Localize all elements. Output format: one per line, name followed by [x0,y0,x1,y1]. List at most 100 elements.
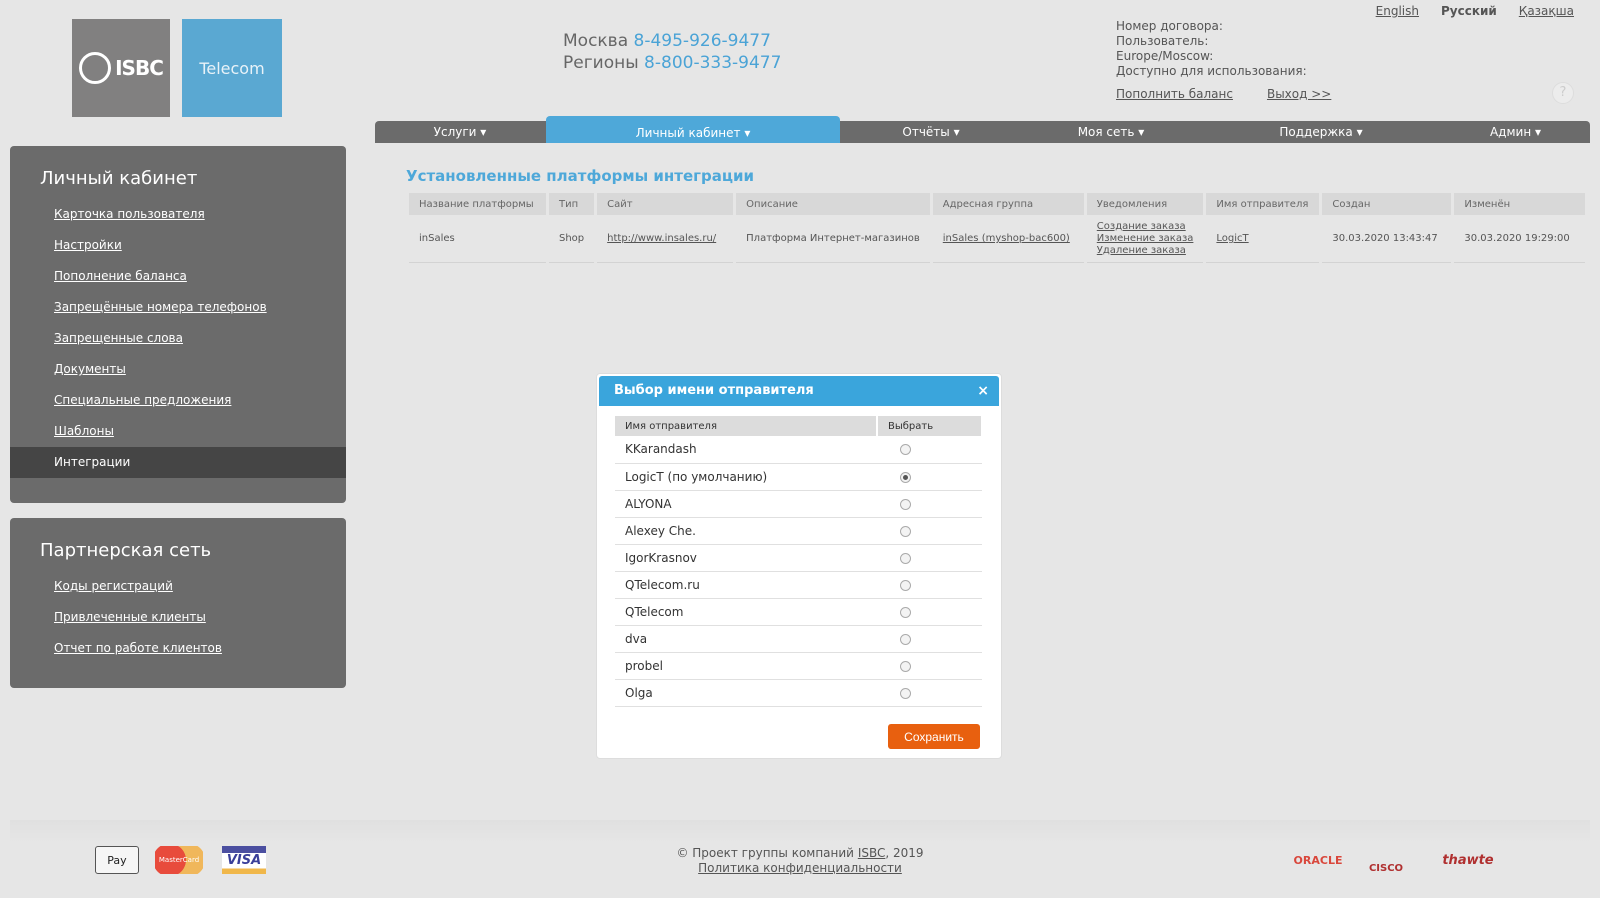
sender-radio[interactable] [900,687,911,699]
sidebar-title: Партнерская сеть [40,540,212,561]
sidebar-partners: Партнерская сеть Коды регистраций Привле… [10,518,346,688]
regions-label: Регионы [563,53,639,73]
sidebar-title: Личный кабинет [40,168,198,189]
sender-radio[interactable] [900,660,911,672]
lang-russian: Русский [1440,4,1497,18]
sidebar-cabinet: Личный кабинет Карточка пользователя Нас… [10,146,346,503]
sender-radio[interactable] [900,471,911,483]
created-date: 30.03.2020 13:43:47 [1322,215,1452,263]
notif-create-link[interactable]: Создание заказа [1097,221,1186,232]
globe-icon [79,52,112,84]
address-group-link[interactable]: inSales (myshop-bac600) [943,233,1070,244]
sidebar-item-clients[interactable]: Привлеченные клиенты [10,602,346,633]
lang-english[interactable]: English [1376,4,1419,18]
modified-date: 30.03.2020 19:29:00 [1454,215,1586,263]
close-icon[interactable]: × [977,376,989,406]
sender-radio[interactable] [900,606,911,618]
notif-delete-link[interactable]: Удаление заказа [1097,245,1186,256]
sender-row[interactable]: QTelecom.ru [615,571,982,599]
contact-phones: Москва 8-495-926-9477 Регионы 8-800-333-… [563,30,781,74]
sidebar-item-topup[interactable]: Пополнение баланса [10,261,346,292]
sidebar-item-user-card[interactable]: Карточка пользователя [10,199,346,230]
col-header: Уведомления [1086,193,1204,215]
language-switcher: English Русский Қазақша [1376,4,1574,18]
sidebar-item-templates[interactable]: Шаблоны [10,416,346,447]
nav-cabinet[interactable]: Личный кабинет ▾ [546,116,840,143]
main-nav: Услуги ▾ Личный кабинет ▾ Отчёты ▾ Моя с… [375,116,1590,143]
privacy-link[interactable]: Политика конфиденциальности [698,861,902,875]
account-info: Номер договора: Пользователь: Europe/Mos… [1116,19,1307,79]
col-header: Название платформы [409,193,546,215]
telecom-logo[interactable]: Telecom [182,19,282,117]
col-header: Создан [1322,193,1452,215]
col-header: Имя отправителя [1206,193,1320,215]
sender-link[interactable]: LogicT [1216,233,1248,244]
sender-row[interactable]: QTelecom [615,598,982,626]
sender-row[interactable]: ALYONA [615,490,982,518]
sender-table: Имя отправителя Выбрать KKarandash LogicT … [615,416,983,707]
table-row: inSales Shop http://www.insales.ru/ Плат… [409,215,1586,263]
save-button[interactable]: Сохранить [888,724,980,749]
sender-radio[interactable] [900,498,911,510]
copyright: © Проект группы компаний ISBC, 2019 Поли… [676,846,924,875]
sidebar-item-documents[interactable]: Документы [10,354,346,385]
nav-reports[interactable]: Отчёты ▾ [841,121,1021,143]
sidebar-item-offers[interactable]: Специальные предложения [10,385,346,416]
contract-number: Номер договора: [1116,19,1223,33]
sender-row[interactable]: probel [615,652,982,680]
sidebar-item-banned-numbers[interactable]: Запрещённые номера телефонов [10,292,346,323]
sidebar-item-settings[interactable]: Настройки [10,230,346,261]
sender-row[interactable]: Alexey Che. [615,517,982,545]
sender-row[interactable]: KKarandash [615,436,982,464]
sender-name: QTelecom.ru [615,571,877,599]
available-balance: Доступно для использования: [1116,64,1307,78]
sidebar-item-reg-codes[interactable]: Коды регистраций [10,571,346,602]
user: Пользователь: [1116,34,1209,48]
cisco-logo: CISCO [1368,863,1404,874]
col-header: Адресная группа [932,193,1084,215]
col-header: Сайт [597,193,734,215]
sender-name: Alexey Che. [615,517,877,545]
site-link[interactable]: http://www.insales.ru/ [607,233,716,244]
integrations-table: Название платформы Тип Сайт Описание Адр… [406,193,1588,263]
sender-row[interactable]: dva [615,625,982,653]
sender-name: dva [615,625,877,653]
sender-name: LogicT (по умолчанию) [615,463,877,491]
sidebar-item-client-report[interactable]: Отчет по работе клиентов [10,633,346,664]
topup-link[interactable]: Пополнить баланс [1116,87,1233,101]
description: Платформа Интернет-магазинов [736,215,930,263]
timezone: Europe/Moscow: [1116,49,1214,63]
notif-change-link[interactable]: Изменение заказа [1097,233,1194,244]
sender-name: QTelecom [615,598,877,626]
sidebar-item-banned-words[interactable]: Запрещенные слова [10,323,346,354]
sender-radio[interactable] [900,579,911,591]
sender-row[interactable]: LogicT (по умолчанию) [615,463,982,491]
sender-select-dialog: Выбор имени отправителя × Имя отправителя… [596,373,1002,759]
sender-radio[interactable] [900,525,911,537]
col-header: Изменён [1454,193,1586,215]
sender-radio[interactable] [900,552,911,564]
help-icon[interactable]: ? [1552,82,1574,104]
sender-name: IgorKrasnov [615,544,877,572]
sender-name: ALYONA [615,490,877,518]
oracle-logo: ORACLE [1293,853,1343,867]
isbc-logo[interactable]: ISBC [72,19,170,117]
isbc-link[interactable]: ISBC [858,846,886,860]
sender-radio[interactable] [900,444,911,456]
col-header: Имя отправителя [615,416,878,436]
col-header: Выбрать [877,416,983,436]
nav-services[interactable]: Услуги ▾ [375,121,545,143]
account-links: Пополнить баланс Выход >> [1116,87,1331,101]
moscow-label: Москва [563,31,629,51]
sender-row[interactable]: IgorKrasnov [615,544,982,572]
sender-radio[interactable] [900,633,911,645]
lang-kazakh[interactable]: Қазақша [1519,4,1574,18]
page-title: Установленные платформы интеграции [406,167,754,185]
sidebar-item-integrations[interactable]: Интеграции [10,447,346,478]
sender-row[interactable]: Olga [615,679,982,707]
nav-network[interactable]: Моя сеть ▾ [1021,121,1201,143]
platform-name: inSales [409,215,546,263]
nav-support[interactable]: Поддержка ▾ [1201,121,1441,143]
logout-link[interactable]: Выход >> [1267,87,1331,101]
nav-admin[interactable]: Админ ▾ [1441,121,1590,143]
